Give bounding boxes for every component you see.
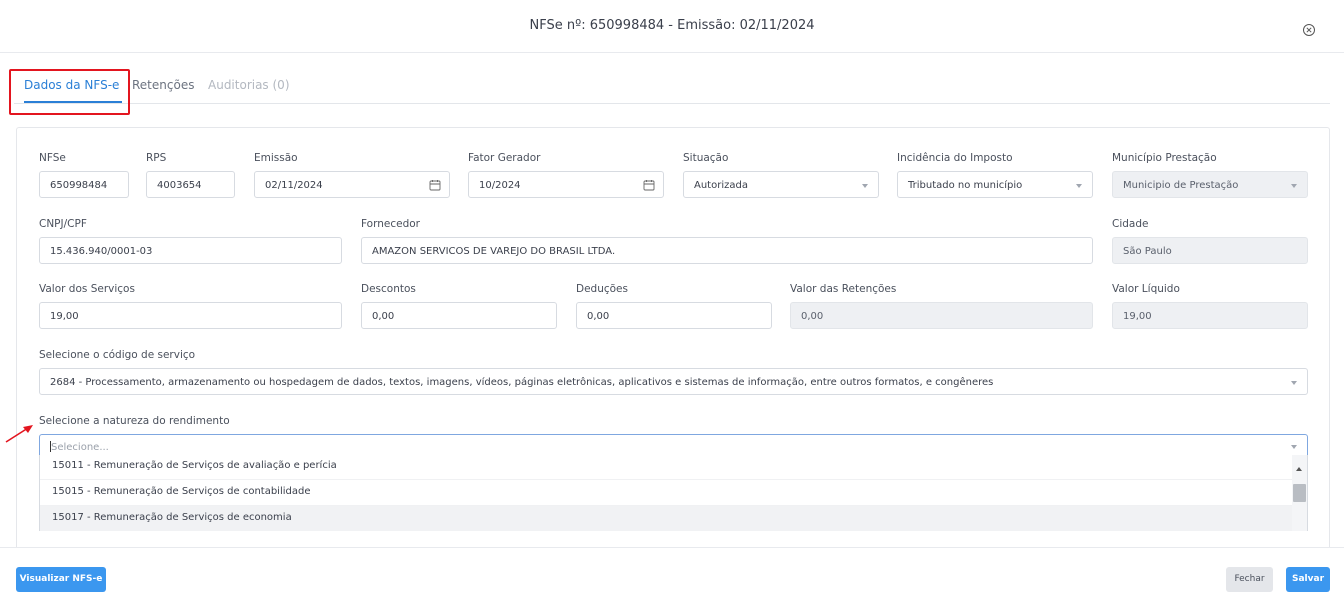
incidencia-value: Tributado no município <box>908 180 1023 191</box>
salvar-button[interactable]: Salvar <box>1286 567 1330 592</box>
valor-retencoes-input: 0,00 <box>790 302 1093 329</box>
scroll-up-arrow-icon[interactable] <box>1296 467 1302 471</box>
close-icon[interactable] <box>1302 23 1316 37</box>
descontos-input[interactable]: 0,00 <box>361 302 557 329</box>
codigo-servico-select[interactable]: 2684 - Processamento, armazenamento ou h… <box>39 368 1308 395</box>
modal-footer: Visualizar NFS-e Fechar Salvar <box>0 547 1344 602</box>
municipio-prestacao-value: Municipio de Prestação <box>1123 180 1239 191</box>
cidade-label: Cidade <box>1112 218 1149 230</box>
descontos-label: Descontos <box>361 283 416 295</box>
chevron-down-icon <box>1291 445 1297 449</box>
list-item[interactable]: 15017 - Remuneração de Serviços de econo… <box>40 506 1292 531</box>
scroll-thumb[interactable] <box>1293 484 1306 502</box>
annotation-highlight-box <box>9 69 130 115</box>
cnpj-label: CNPJ/CPF <box>39 218 87 230</box>
situacao-value: Autorizada <box>694 180 748 191</box>
emissao-label: Emissão <box>254 152 298 164</box>
codigo-servico-label: Selecione o código de serviço <box>39 349 196 361</box>
fator-gerador-date-input[interactable]: 10/2024 <box>468 171 664 198</box>
deducoes-input[interactable]: 0,00 <box>576 302 772 329</box>
annotation-arrow-icon <box>5 425 33 443</box>
municipio-prestacao-label: Município Prestação <box>1112 152 1217 164</box>
natureza-dropdown-list: 15011 - Remuneração de Serviços de avali… <box>39 455 1308 531</box>
fator-gerador-value: 10/2024 <box>479 180 521 191</box>
natureza-rendimento-label: Selecione a natureza do rendimento <box>39 415 230 427</box>
codigo-servico-value: 2684 - Processamento, armazenamento ou h… <box>50 377 994 388</box>
list-item[interactable]: 15015 - Remuneração de Serviços de conta… <box>40 480 1292 506</box>
incidencia-select[interactable]: Tributado no município <box>897 171 1093 198</box>
chevron-down-icon <box>1291 184 1297 188</box>
tab-auditorias[interactable]: Auditorias (0) <box>208 78 290 92</box>
municipio-prestacao-select: Municipio de Prestação <box>1112 171 1308 198</box>
valor-liquido-input: 19,00 <box>1112 302 1308 329</box>
fornecedor-input[interactable]: AMAZON SERVICOS DE VAREJO DO BRASIL LTDA… <box>361 237 1093 264</box>
valor-retencoes-label: Valor das Retenções <box>790 283 897 295</box>
valor-servicos-input[interactable]: 19,00 <box>39 302 342 329</box>
calendar-icon[interactable] <box>429 179 441 191</box>
tab-retencoes[interactable]: Retenções <box>132 78 194 92</box>
valor-liquido-label: Valor Líquido <box>1112 283 1180 295</box>
deducoes-label: Deduções <box>576 283 628 295</box>
natureza-rendimento-search-input[interactable]: Selecione... <box>39 434 1308 456</box>
emissao-date-input[interactable]: 02/11/2024 <box>254 171 450 198</box>
emissao-value: 02/11/2024 <box>265 180 323 191</box>
fechar-button[interactable]: Fechar <box>1226 567 1273 592</box>
cidade-input: São Paulo <box>1112 237 1308 264</box>
rps-label: RPS <box>146 152 167 164</box>
valor-servicos-label: Valor dos Serviços <box>39 283 135 295</box>
visualizar-nfse-button[interactable]: Visualizar NFS-e <box>16 567 106 592</box>
chevron-down-icon <box>1291 381 1297 385</box>
chevron-down-icon <box>1076 184 1082 188</box>
nfse-label: NFSe <box>39 152 66 164</box>
rps-input[interactable]: 4003654 <box>146 171 235 198</box>
cnpj-input[interactable]: 15.436.940/0001-03 <box>39 237 342 264</box>
dropdown-scrollbar[interactable] <box>1292 455 1307 531</box>
calendar-icon[interactable] <box>643 179 655 191</box>
natureza-placeholder: Selecione... <box>51 442 109 453</box>
incidencia-label: Incidência do Imposto <box>897 152 1013 164</box>
situacao-select[interactable]: Autorizada <box>683 171 879 198</box>
chevron-down-icon <box>862 184 868 188</box>
modal-header: NFSe nº: 650998484 - Emissão: 02/11/2024 <box>0 0 1344 53</box>
list-item[interactable]: 15011 - Remuneração de Serviços de avali… <box>40 455 1292 480</box>
fornecedor-label: Fornecedor <box>361 218 420 230</box>
modal-title: NFSe nº: 650998484 - Emissão: 02/11/2024 <box>529 18 815 33</box>
situacao-label: Situação <box>683 152 729 164</box>
fator-gerador-label: Fator Gerador <box>468 152 541 164</box>
nfse-input[interactable]: 650998484 <box>39 171 129 198</box>
tab-bar: Dados da NFS-e Retenções Auditorias (0) <box>14 66 1330 104</box>
